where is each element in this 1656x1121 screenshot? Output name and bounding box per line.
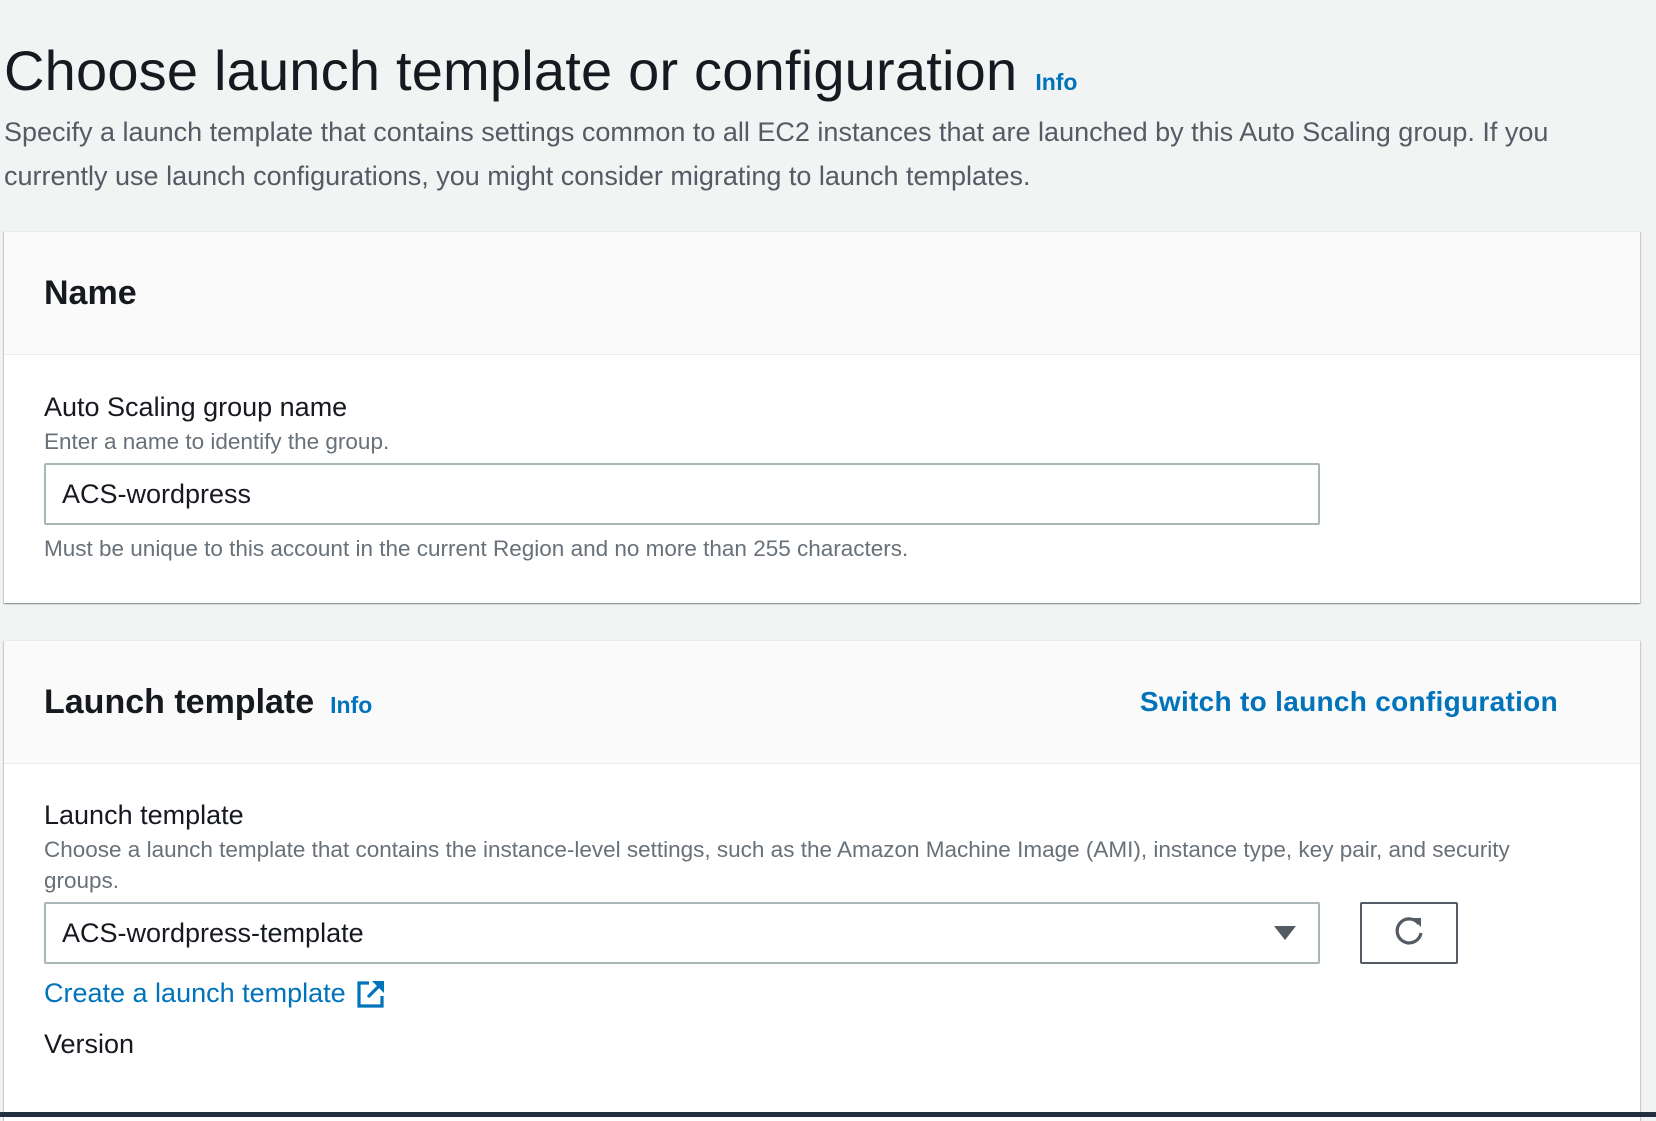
- asg-name-label: Auto Scaling group name: [44, 392, 348, 422]
- asg-name-description: Enter a name to identify the group.: [44, 429, 390, 454]
- launch-template-label: Launch template: [44, 800, 244, 830]
- page-description: Specify a launch template that contains …: [4, 117, 1549, 191]
- launch-template-selected-value: ACS-wordpress-template: [62, 917, 364, 948]
- refresh-icon: [1392, 914, 1426, 953]
- launch-template-info-link[interactable]: Info: [330, 692, 372, 719]
- launch-template-container: Launch template Info Switch to launch co…: [4, 640, 1640, 1121]
- page-title: Choose launch template or configuration: [4, 39, 1018, 102]
- name-container: Name Auto Scaling group name Enter a nam…: [4, 231, 1640, 603]
- launch-template-container-header: Launch template Info Switch to launch co…: [4, 641, 1640, 764]
- page-header: Choose launch template or configuration …: [4, 36, 1624, 198]
- name-container-header: Name: [4, 232, 1640, 355]
- create-launch-template-label: Create a launch template: [44, 978, 346, 1008]
- external-link-icon: [356, 979, 386, 1009]
- page-info-link[interactable]: Info: [1035, 69, 1077, 96]
- create-launch-template-link[interactable]: Create a launch template: [44, 978, 386, 1009]
- version-label: Version: [44, 1029, 135, 1059]
- create-link-row: Create a launch template: [44, 978, 1640, 1009]
- asg-name-constraint: Must be unique to this account in the cu…: [44, 536, 909, 561]
- bottom-bar: [0, 1112, 1656, 1117]
- launch-template-container-body: Launch template Choose a launch template…: [4, 764, 1640, 1061]
- launch-template-description: Choose a launch template that contains t…: [44, 837, 1510, 893]
- page-title-row: Choose launch template or configuration …: [4, 36, 1624, 106]
- launch-template-select-row: ACS-wordpress-template: [44, 902, 1640, 964]
- asg-name-input[interactable]: ACS-wordpress: [44, 463, 1320, 525]
- launch-template-section-title: Launch template: [44, 683, 315, 721]
- name-section-title: Name: [44, 274, 137, 312]
- name-container-body: Auto Scaling group name Enter a name to …: [4, 355, 1640, 564]
- launch-template-select[interactable]: ACS-wordpress-template: [44, 902, 1320, 964]
- switch-to-launch-configuration-link[interactable]: Switch to launch configuration: [1140, 686, 1558, 718]
- caret-down-icon: [1274, 926, 1296, 940]
- refresh-button[interactable]: [1360, 902, 1458, 964]
